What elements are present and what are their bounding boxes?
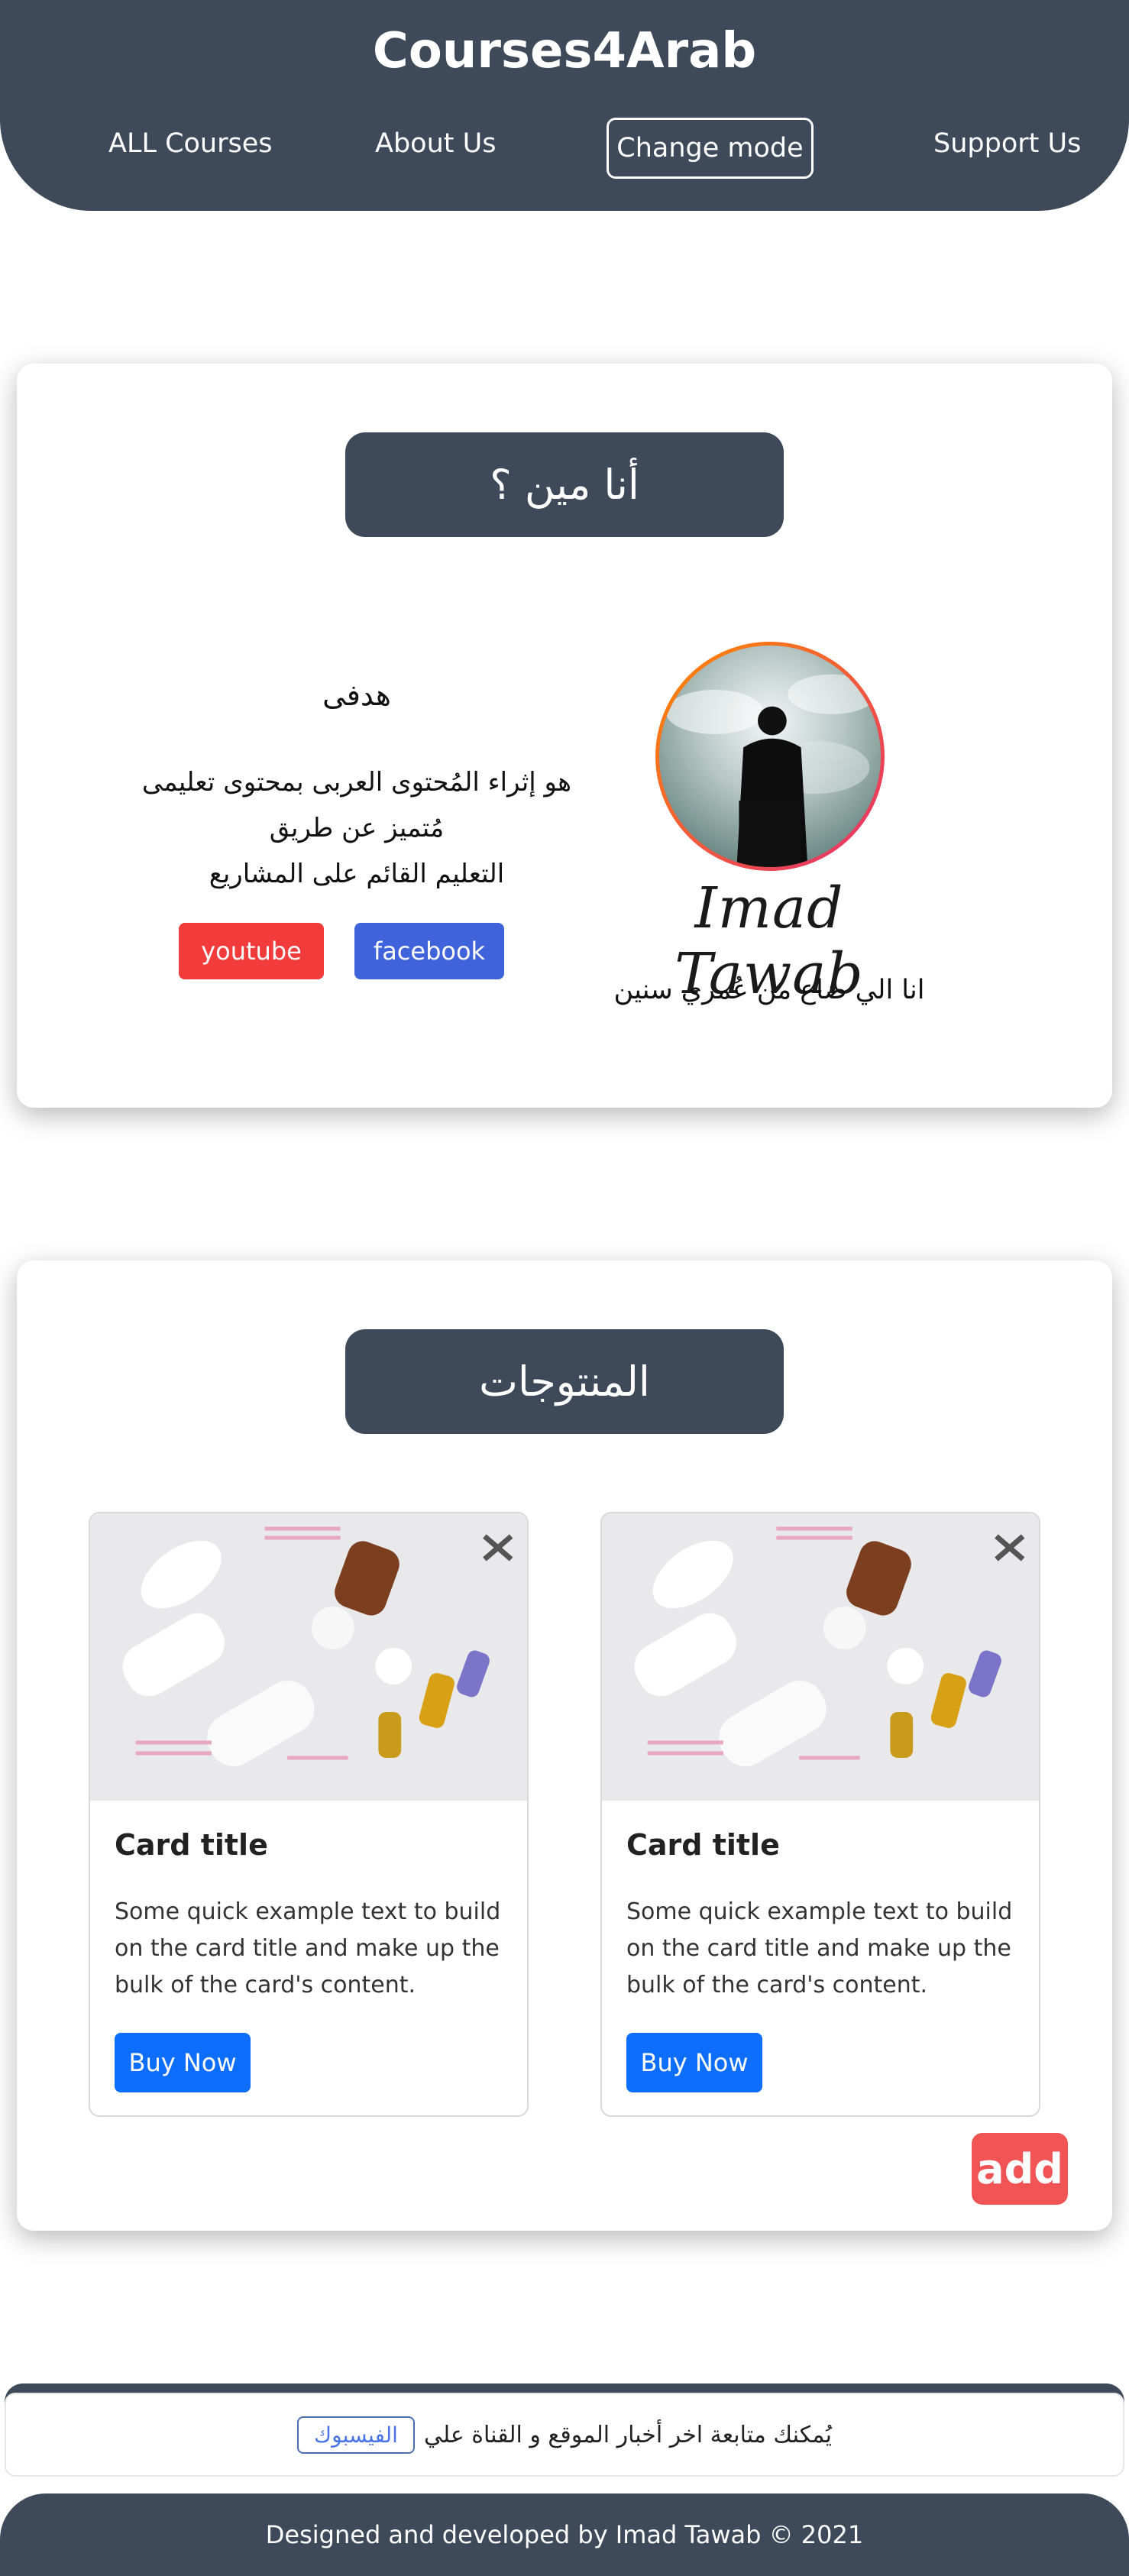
youtube-button[interactable]: youtube	[179, 923, 324, 979]
brand-title[interactable]: Courses4Arab	[0, 23, 1129, 79]
facebook-link[interactable]: الفيسبوك	[297, 2416, 415, 2454]
goal-text-line: التعليم القائم على المشاريع	[209, 859, 505, 889]
site-footer: Designed and developed by Imad Tawab © 2…	[0, 2493, 1129, 2576]
product-image	[602, 1513, 1039, 1801]
products-heading: المنتوجات	[345, 1329, 784, 1434]
buy-now-button[interactable]: Buy Now	[626, 2033, 762, 2092]
about-heading: أنا مين ؟	[345, 432, 784, 537]
avatar-photo	[659, 646, 881, 867]
goal-text-line: هو إثراء المُحتوى العربى بمحتوى تعليمى	[141, 767, 572, 798]
about-section: أنا مين ؟ هدفى هو إثراء المُحتوى العربى …	[17, 364, 1112, 1108]
goal-title: هدفى	[322, 678, 391, 712]
goal-text: هو إثراء المُحتوى العربى بمحتوى تعليمى م…	[108, 759, 605, 897]
change-mode-button[interactable]: Change mode	[607, 118, 814, 179]
facebook-button[interactable]: facebook	[354, 923, 504, 979]
follow-text: يُمكنك متابعة اخر أخبار الموقع و القناة …	[423, 2421, 832, 2448]
card-title: Card title	[626, 1828, 780, 1862]
site-header: Courses4Arab ALL Courses About Us Change…	[0, 0, 1129, 211]
author-quote: انا الي ضاع من عُمري سنين	[613, 975, 925, 1005]
card-title: Card title	[115, 1828, 268, 1862]
card-text: Some quick example text to build on the …	[626, 1898, 1013, 1998]
follow-bar: يُمكنك متابعة اخر أخبار الموقع و القناة …	[5, 2393, 1124, 2477]
avatar	[655, 642, 885, 871]
buy-now-button[interactable]: Buy Now	[115, 2033, 251, 2092]
goal-text-line: مُتميز عن طريق	[269, 813, 445, 843]
nav-about-us[interactable]: About Us	[375, 128, 496, 159]
products-section: المنتوجات Card title Some quick example …	[17, 1260, 1112, 2231]
product-image	[90, 1513, 527, 1801]
nav-support-us[interactable]: Support Us	[933, 128, 1081, 159]
add-button[interactable]: add	[972, 2133, 1068, 2205]
card-text: Some quick example text to build on the …	[115, 1898, 501, 1998]
footer-text: Designed and developed by Imad Tawab © 2…	[265, 2520, 864, 2549]
product-card: Card title Some quick example text to bu…	[600, 1512, 1040, 2117]
nav-all-courses[interactable]: ALL Courses	[108, 128, 273, 159]
product-card: Card title Some quick example text to bu…	[89, 1512, 529, 2117]
